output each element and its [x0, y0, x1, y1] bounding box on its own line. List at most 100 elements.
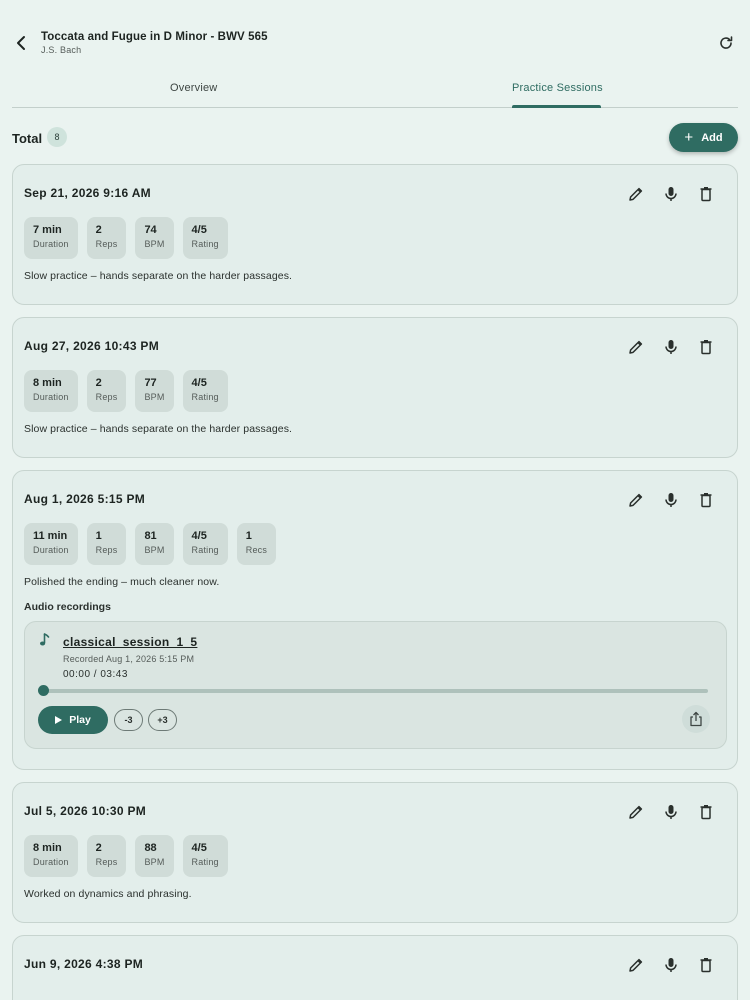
stat-recordings: 1 Recs: [236, 523, 277, 565]
microphone-icon: [665, 187, 677, 201]
plus-icon: +: [684, 129, 694, 146]
edit-session-button[interactable]: [625, 336, 647, 358]
stat-bpm: 77 BPM: [135, 370, 174, 412]
microphone-icon: [665, 340, 677, 354]
session-card: Jun 9, 2026 4:38 PM: [12, 935, 738, 1000]
stat-duration: 8 min Duration: [24, 835, 78, 877]
skip-forward-button[interactable]: +3: [148, 709, 177, 731]
delete-session-button[interactable]: [695, 183, 717, 205]
pencil-icon: [629, 493, 643, 507]
stat-duration: 11 min Duration: [24, 523, 78, 565]
stat-reps: 2 Reps: [86, 835, 127, 877]
session-date: Aug 27, 2026 10:43 PM: [24, 339, 160, 353]
recording-date: Recorded Aug 1, 2026 5:15 PM: [63, 654, 195, 664]
session-note: Worked on dynamics and phrasing.: [24, 888, 192, 900]
record-audio-button[interactable]: [660, 489, 682, 511]
edit-session-button[interactable]: [625, 801, 647, 823]
session-card: Sep 21, 2026 9:16 AM 7 min Duration 2 Reps…: [12, 164, 738, 305]
session-card: Jul 5, 2026 10:30 PM 8 min Duration 2 Reps…: [12, 782, 738, 923]
record-audio-button[interactable]: [660, 336, 682, 358]
stat-reps: 2 Reps: [86, 217, 127, 259]
stat-duration: 8 min Duration: [24, 370, 78, 412]
pencil-icon: [629, 958, 643, 972]
recordings-heading: Audio recordings: [24, 601, 111, 613]
session-date: Sep 21, 2026 9:16 AM: [24, 186, 151, 200]
delete-session-button[interactable]: [695, 336, 717, 358]
play-button-label: Play: [69, 714, 91, 726]
session-stats: 11 min Duration 1 Reps 81 BPM 4/5 Rating 1 Re…: [24, 523, 277, 565]
trash-icon: [700, 805, 712, 820]
refresh-icon: [720, 36, 733, 49]
playback-time: 00:00 / 03:43: [63, 669, 128, 680]
music-note-icon: [40, 633, 50, 646]
add-button-label: Add: [701, 131, 723, 144]
edit-session-button[interactable]: [625, 489, 647, 511]
stat-bpm: 81 BPM: [135, 523, 174, 565]
pencil-icon: [629, 805, 643, 819]
total-count-badge: 8: [47, 127, 67, 147]
session-card: Aug 1, 2026 5:15 PM 11 min Duration 1 Reps…: [12, 470, 738, 770]
piece-title: Toccata and Fugue in D Minor - BWV 565: [41, 31, 268, 43]
session-actions: [625, 336, 717, 358]
stat-rating: 4/5 Rating: [182, 370, 228, 412]
session-note: Slow practice – hands separate on the ha…: [24, 270, 293, 282]
stat-bpm: 88 BPM: [135, 835, 174, 877]
edit-session-button[interactable]: [625, 954, 647, 976]
edit-session-button[interactable]: [625, 183, 647, 205]
microphone-icon: [665, 805, 677, 819]
playback-seek-handle[interactable]: [38, 685, 49, 696]
record-audio-button[interactable]: [660, 954, 682, 976]
session-card: Aug 27, 2026 10:43 PM 8 min Duration 2 Rep…: [12, 317, 738, 458]
delete-session-button[interactable]: [695, 489, 717, 511]
share-icon: [690, 711, 702, 727]
composer-subtitle: J.S. Bach: [41, 45, 82, 55]
add-session-button[interactable]: + Add: [669, 123, 738, 152]
session-stats: 8 min Duration 2 Reps 88 BPM 4/5 Rating: [24, 835, 228, 877]
microphone-icon: [665, 958, 677, 972]
session-date: Jul 5, 2026 10:30 PM: [24, 804, 147, 818]
skip-back-button[interactable]: -3: [114, 709, 143, 731]
total-label: Total: [12, 131, 43, 146]
stat-rating: 4/5 Rating: [182, 835, 228, 877]
audio-recording-player: classical_session_1_5 Recorded Aug 1, 20…: [24, 621, 727, 749]
record-audio-button[interactable]: [660, 801, 682, 823]
stat-reps: 2 Reps: [86, 370, 127, 412]
chevron-left-icon: [17, 36, 25, 50]
play-icon: [55, 716, 63, 724]
session-stats: 8 min Duration 2 Reps 77 BPM 4/5 Rating: [24, 370, 228, 412]
stat-rating: 4/5 Rating: [182, 523, 228, 565]
trash-icon: [700, 958, 712, 973]
playback-progress-track[interactable]: [43, 689, 708, 693]
microphone-icon: [665, 493, 677, 507]
pencil-icon: [629, 187, 643, 201]
recording-name-link[interactable]: classical_session_1_5: [63, 635, 197, 649]
delete-session-button[interactable]: [695, 954, 717, 976]
trash-icon: [700, 187, 712, 202]
active-tab-indicator: [512, 105, 601, 108]
refresh-button[interactable]: [716, 33, 736, 53]
session-stats: 7 min Duration 2 Reps 74 BPM 4/5 Rating: [24, 217, 228, 259]
delete-session-button[interactable]: [695, 801, 717, 823]
back-button[interactable]: [10, 32, 32, 54]
trash-icon: [700, 340, 712, 355]
session-actions: [625, 801, 717, 823]
share-recording-button[interactable]: [682, 705, 710, 733]
play-button[interactable]: Play: [38, 706, 108, 734]
stat-reps: 1 Reps: [86, 523, 127, 565]
record-audio-button[interactable]: [660, 183, 682, 205]
session-date: Jun 9, 2026 4:38 PM: [24, 957, 144, 971]
stat-duration: 7 min Duration: [24, 217, 78, 259]
session-note: Slow practice – hands separate on the ha…: [24, 423, 293, 435]
trash-icon: [700, 493, 712, 508]
session-actions: [625, 954, 717, 976]
tab-bar: Overview Practice Sessions: [12, 72, 738, 108]
stat-rating: 4/5 Rating: [182, 217, 228, 259]
tab-practice-sessions[interactable]: Practice Sessions: [512, 82, 603, 94]
tab-overview[interactable]: Overview: [170, 82, 217, 94]
session-actions: [625, 489, 717, 511]
stat-bpm: 74 BPM: [135, 217, 174, 259]
session-note: Polished the ending – much cleaner now.: [24, 576, 220, 588]
session-date: Aug 1, 2026 5:15 PM: [24, 492, 146, 506]
pencil-icon: [629, 340, 643, 354]
session-actions: [625, 183, 717, 205]
